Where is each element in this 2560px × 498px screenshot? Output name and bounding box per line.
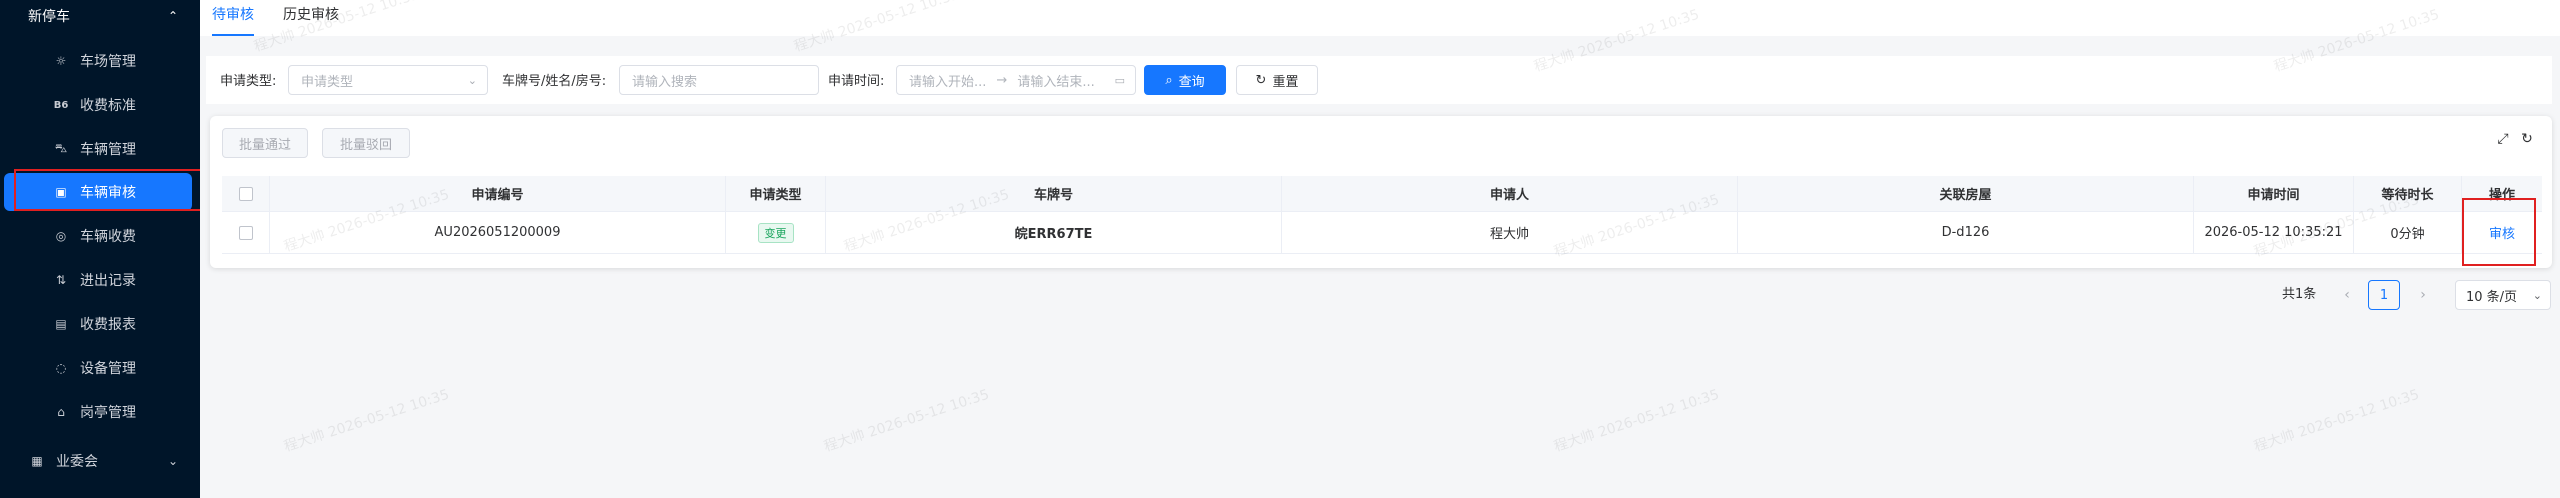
col-header-wait: 等待时长 <box>2354 176 2462 211</box>
col-header-time: 申请时间 <box>2194 176 2354 211</box>
sidebar-group-new-parking[interactable]: 新停车 ⌃ <box>0 0 200 32</box>
booth-icon: ⌂ <box>57 405 65 419</box>
col-header-type: 申请类型 <box>726 176 826 211</box>
chevron-up-icon: ⌃ <box>167 9 178 23</box>
row-select-cell <box>222 212 270 253</box>
chevron-down-icon: ⌄ <box>467 73 477 87</box>
cell-id: AU2026051200009 <box>270 212 726 253</box>
reset-button[interactable]: ↻ 重置 <box>1236 65 1318 95</box>
col-header-action: 操作 <box>2488 188 2515 203</box>
type-tag: 变更 <box>757 222 794 243</box>
sidebar-item-vehicle-audit[interactable]: ▣ 车辆审核 <box>4 173 192 211</box>
chevron-down-icon: ⌄ <box>2532 288 2542 302</box>
search-button[interactable]: ⌕ 查询 <box>1144 65 1226 95</box>
watermark: 程大帅 2026-05-12 10:35 <box>822 386 992 456</box>
record-icon: ⇅ <box>55 273 67 287</box>
chevron-down-icon: ⌄ <box>167 454 178 468</box>
refresh-icon[interactable]: ↻ <box>2518 130 2536 148</box>
calendar-icon: ▭ <box>1114 73 1125 87</box>
cell-applicant: 程大帅 <box>1282 212 1738 253</box>
table-panel: 批量通过 批量驳回 ⤢ ↻ 申请编号 申请类型 车牌号 申请人 关联房屋 申请时… <box>210 116 2552 268</box>
report-icon: ▤ <box>55 317 67 331</box>
watermark: 程大帅 2026-05-12 10:35 <box>2252 386 2422 456</box>
next-page-icon[interactable]: › <box>2410 282 2436 308</box>
batch-approve-button[interactable]: 批量通过 <box>222 128 308 158</box>
select-all-cell <box>222 176 270 211</box>
sidebar-item-fee-report[interactable]: ▤ 收费报表 <box>4 305 192 343</box>
device-icon: ◌ <box>55 361 67 375</box>
plate-label: 车牌号/姓名/房号: <box>502 74 607 89</box>
watermark: 程大帅 2026-05-12 10:35 <box>1552 386 1722 456</box>
sidebar-item-booth-management[interactable]: ⌂ 岗亭管理 <box>4 393 192 431</box>
date-range-picker[interactable]: 请输入开始... → 请输入结束... ▭ <box>896 65 1136 95</box>
col-header-applicant: 申请人 <box>1282 176 1738 211</box>
cell-house: D-d126 <box>1738 212 2194 253</box>
table-row: AU2026051200009 变更 皖ERR67TE 程大帅 D-d126 2… <box>222 212 2542 254</box>
type-select[interactable]: 申请类型 ⌄ <box>288 65 488 95</box>
sidebar-item-lot-management[interactable]: ☼ 车场管理 <box>4 42 192 80</box>
time-label: 申请时间: <box>828 74 885 89</box>
page-number-current[interactable]: 1 <box>2368 280 2400 310</box>
tab-bar: 待审核 历史审核 <box>200 0 2560 36</box>
bulb-icon: ☼ <box>55 54 67 68</box>
sidebar: 新停车 ⌃ ☼ 车场管理 B6 收费标准 ⛍ 车辆管理 ▣ 车辆审核 ◎ 车辆收… <box>0 0 200 498</box>
b6-icon: B6 <box>53 99 69 111</box>
watermark: 程大帅 2026-05-12 10:35 <box>282 386 452 456</box>
car-icon: ⛍ <box>54 141 68 155</box>
main-content: 待审核 历史审核 申请类型: 申请类型 ⌄ 车牌号/姓名/房号: 请输入搜索 申… <box>200 0 2560 498</box>
fullscreen-icon[interactable]: ⤢ <box>2494 130 2512 148</box>
cell-action: 审核 <box>2462 212 2542 253</box>
search-icon: ⌕ <box>1165 72 1173 88</box>
audit-link[interactable]: 审核 <box>2489 223 2515 242</box>
audit-icon: ▣ <box>55 185 67 199</box>
batch-reject-button[interactable]: 批量驳回 <box>322 128 410 158</box>
type-label: 申请类型: <box>220 74 277 89</box>
sidebar-item-vehicle-management[interactable]: ⛍ 车辆管理 <box>4 130 192 168</box>
tab-history[interactable]: 历史审核 <box>283 0 339 36</box>
committee-icon: ▦ <box>31 454 43 468</box>
sidebar-item-vehicle-fee[interactable]: ◎ 车辆收费 <box>4 217 192 255</box>
sidebar-item-access-records[interactable]: ⇅ 进出记录 <box>4 261 192 299</box>
sidebar-group-committee[interactable]: ▦ 业委会 ⌄ <box>0 442 200 480</box>
cell-wait: 0分钟 <box>2354 212 2462 253</box>
plate-search-input[interactable]: 请输入搜索 <box>619 65 819 95</box>
page-size-select[interactable]: 10 条/页 ⌄ <box>2455 280 2551 310</box>
cell-time: 2026-05-12 10:35:21 <box>2194 212 2354 253</box>
col-header-house: 关联房屋 <box>1738 176 2194 211</box>
audit-table: 申请编号 申请类型 车牌号 申请人 关联房屋 申请时间 等待时长 操作 AU20… <box>222 176 2542 254</box>
cell-plate: 皖ERR67TE <box>826 212 1282 253</box>
coin-icon: ◎ <box>55 229 67 243</box>
sidebar-item-device-management[interactable]: ◌ 设备管理 <box>4 349 192 387</box>
row-checkbox[interactable] <box>238 225 253 240</box>
tab-pending[interactable]: 待审核 <box>212 0 254 36</box>
pagination-total: 共1条 <box>2282 287 2317 302</box>
col-header-plate: 车牌号 <box>826 176 1282 211</box>
col-header-id: 申请编号 <box>270 176 726 211</box>
table-header-row: 申请编号 申请类型 车牌号 申请人 关联房屋 申请时间 等待时长 操作 <box>222 176 2542 212</box>
refresh-icon: ↻ <box>1255 72 1267 88</box>
sidebar-group-title: 新停车 <box>28 9 70 25</box>
filter-bar: 申请类型: 申请类型 ⌄ 车牌号/姓名/房号: 请输入搜索 申请时间: 请输入开… <box>206 56 2552 104</box>
select-all-checkbox[interactable] <box>238 186 253 201</box>
sidebar-item-fee-standard[interactable]: B6 收费标准 <box>4 86 192 124</box>
cell-type: 变更 <box>726 212 826 253</box>
prev-page-icon[interactable]: ‹ <box>2334 282 2360 308</box>
